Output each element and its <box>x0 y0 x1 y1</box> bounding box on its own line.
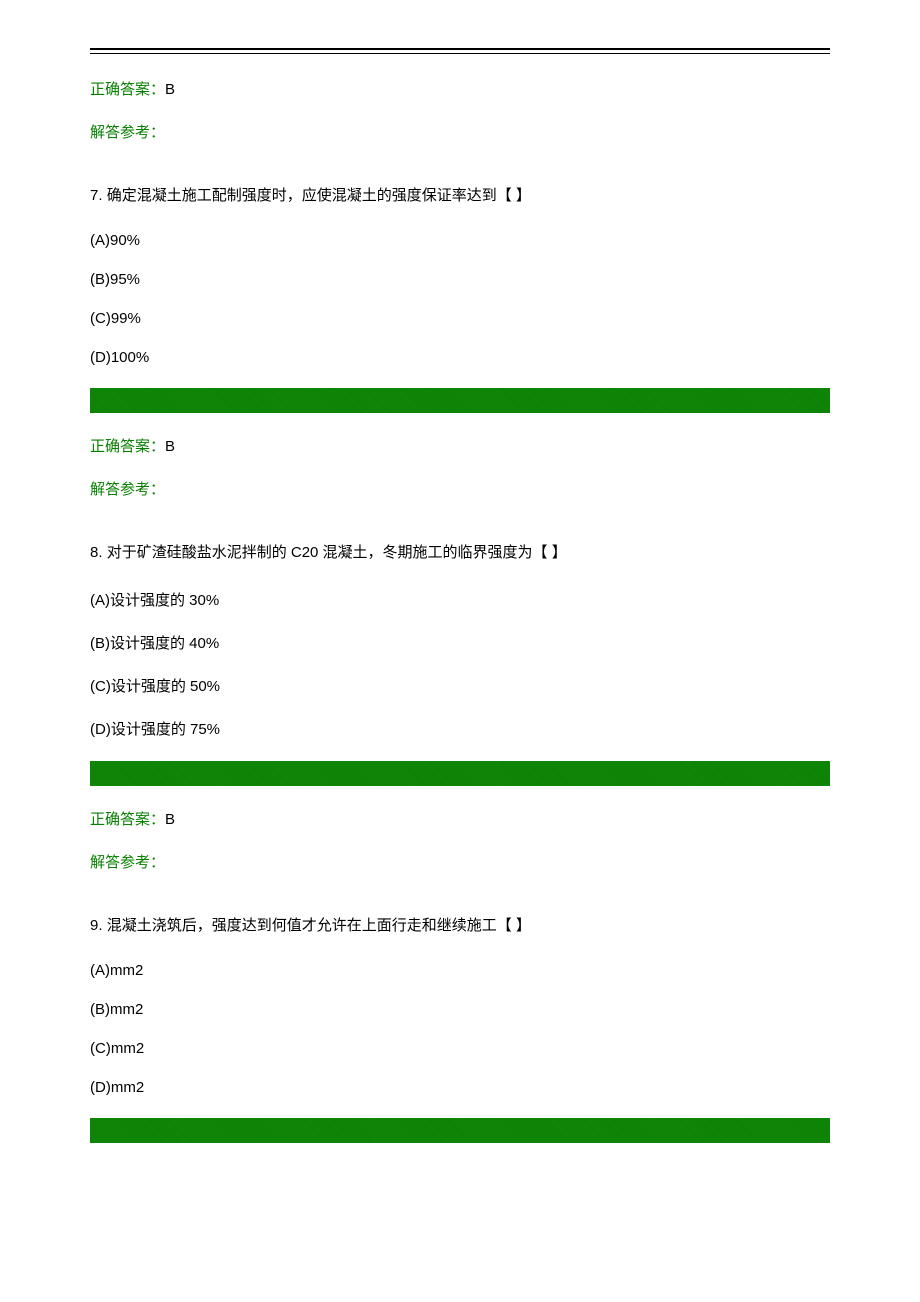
option-a: (A)90% <box>90 232 830 249</box>
option-c: (C)设计强度的 50% <box>90 675 830 696</box>
question-block: 7. 确定混凝土施工配制强度时，应使混凝土的强度保证率达到【 】 (A)90% … <box>90 184 830 499</box>
question-text: 7. 确定混凝土施工配制强度时，应使混凝土的强度保证率达到【 】 <box>90 184 830 208</box>
question-text: 9. 混凝土浇筑后，强度达到何值才允许在上面行走和继续施工【 】 <box>90 914 830 938</box>
explanation-line: 解答参考： <box>90 851 830 872</box>
separator-bar <box>90 388 830 413</box>
answer-line: 正确答案：B <box>90 78 830 99</box>
option-d: (D)设计强度的 75% <box>90 718 830 739</box>
question-block: 8. 对于矿渣硅酸盐水泥拌制的 C20 混凝土，冬期施工的临界强度为【 】 (A… <box>90 541 830 872</box>
question-stem: 确定混凝土施工配制强度时，应使混凝土的强度保证率达到【 】 <box>107 187 531 204</box>
content-area: 正确答案：B 解答参考： 7. 确定混凝土施工配制强度时，应使混凝土的强度保证率… <box>90 54 830 1143</box>
separator-bar <box>90 761 830 786</box>
header-border-thick <box>90 48 830 50</box>
option-a: (A)mm2 <box>90 962 830 979</box>
option-b: (B)95% <box>90 271 830 288</box>
question-text: 8. 对于矿渣硅酸盐水泥拌制的 C20 混凝土，冬期施工的临界强度为【 】 <box>90 541 830 565</box>
question-number: 7. <box>90 187 107 204</box>
answer-value: B <box>165 811 175 828</box>
question-stem: 对于矿渣硅酸盐水泥拌制的 C20 混凝土，冬期施工的临界强度为【 】 <box>107 544 567 561</box>
question-block: 9. 混凝土浇筑后，强度达到何值才允许在上面行走和继续施工【 】 (A)mm2 … <box>90 914 830 1143</box>
explanation-line: 解答参考： <box>90 478 830 499</box>
question-number: 8. <box>90 544 107 561</box>
question-stem: 混凝土浇筑后，强度达到何值才允许在上面行走和继续施工【 】 <box>107 917 531 934</box>
page-container: 正确答案：B 解答参考： 7. 确定混凝土施工配制强度时，应使混凝土的强度保证率… <box>0 0 920 1143</box>
answer-label: 正确答案： <box>90 811 165 828</box>
answer-label: 正确答案： <box>90 438 165 455</box>
option-d: (D)100% <box>90 349 830 366</box>
option-c: (C)mm2 <box>90 1040 830 1057</box>
option-b: (B)设计强度的 40% <box>90 632 830 653</box>
option-a: (A)设计强度的 30% <box>90 589 830 610</box>
answer-value: B <box>165 438 175 455</box>
header-border-wrap <box>90 0 830 54</box>
explanation-line: 解答参考： <box>90 121 830 142</box>
answer-line: 正确答案：B <box>90 435 830 456</box>
option-b: (B)mm2 <box>90 1001 830 1018</box>
separator-bar <box>90 1118 830 1143</box>
question-number: 9. <box>90 917 107 934</box>
option-c: (C)99% <box>90 310 830 327</box>
answer-value: B <box>165 81 175 98</box>
option-d: (D)mm2 <box>90 1079 830 1096</box>
answer-line: 正确答案：B <box>90 808 830 829</box>
answer-label: 正确答案： <box>90 81 165 98</box>
